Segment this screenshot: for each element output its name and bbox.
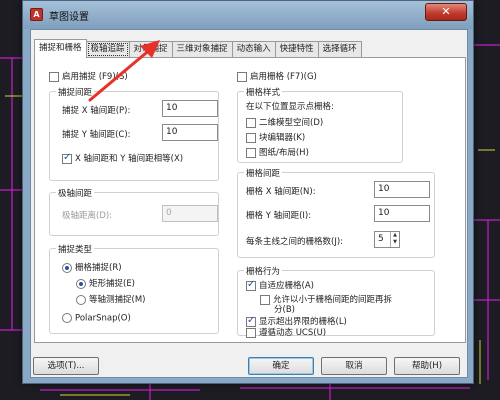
adaptive-grid-checkbox[interactable] — [246, 279, 256, 291]
equal-spacing-label: X 轴间距和 Y 轴间距相等(X) — [75, 154, 184, 164]
grid-x-label: 栅格 X 轴间距(N): — [246, 187, 316, 197]
cancel-button[interactable]: 取消 — [321, 357, 387, 375]
major-line-stepper[interactable]: 5 ▲ ▼ — [374, 231, 400, 248]
grid-style-title: 栅格样式 — [244, 86, 283, 98]
snap-x-label: 捕捉 X 轴间距(P): — [62, 106, 131, 116]
major-line-label: 每条主线之间的栅格数(J): — [246, 237, 344, 247]
rect-snap-label: 矩形捕捉(E) — [89, 279, 136, 289]
follow-ucs-checkbox[interactable] — [246, 327, 256, 338]
grid-spacing-group: 栅格间距 栅格 X 轴间距(N): 10 栅格 Y 轴间距(I): 10 每条主… — [237, 167, 435, 258]
snap-x-input[interactable]: 10 — [162, 100, 218, 117]
iso-snap-label: 等轴测捕捉(M) — [89, 295, 146, 305]
rect-snap-row[interactable]: 矩形捕捉(E) — [76, 277, 135, 289]
polar-spacing-group: 极轴间距 极轴距离(D): 0 — [49, 187, 219, 236]
grid-2d-row[interactable]: 二维模型空间(D) — [246, 116, 323, 128]
snap-type-group: 捕捉类型 栅格捕捉(R) 矩形捕捉(E) 等轴测捕捉(M) PolarSnap(… — [49, 243, 219, 334]
grid-snap-radio[interactable] — [62, 262, 72, 273]
snap-y-input[interactable]: 10 — [162, 124, 218, 141]
close-button[interactable]: ✕ — [425, 3, 467, 21]
grid-x-input[interactable]: 10 — [374, 181, 430, 198]
tab-selection-cycling[interactable]: 选择循环 — [317, 41, 362, 58]
polar-distance-input[interactable]: 0 — [162, 205, 218, 222]
help-button[interactable]: 帮助(H) — [394, 357, 460, 375]
equal-spacing-row[interactable]: X 轴间距和 Y 轴间距相等(X) — [62, 152, 183, 164]
options-button[interactable]: 选项(T)... — [33, 357, 99, 375]
subdivide-checkbox[interactable] — [260, 294, 270, 305]
polar-distance-label: 极轴距离(D): — [62, 211, 113, 221]
grid-sheet-row[interactable]: 图纸/布局(H) — [246, 146, 309, 158]
grid-snap-row[interactable]: 栅格捕捉(R) — [62, 261, 122, 273]
snap-y-label: 捕捉 Y 轴间距(C): — [62, 130, 131, 140]
dialog-title: 草图设置 — [49, 12, 89, 23]
grid-block-label: 块编辑器(K) — [259, 133, 306, 143]
grid-2d-label: 二维模型空间(D) — [259, 118, 324, 128]
tab-strip: 捕捉和栅格 极轴追踪 对象捕捉 三维对象捕捉 动态输入 快捷特性 选择循环 — [34, 39, 362, 58]
grid-spacing-title: 栅格间距 — [244, 167, 283, 179]
iso-snap-row[interactable]: 等轴测捕捉(M) — [76, 293, 145, 305]
iso-snap-radio[interactable] — [76, 294, 86, 305]
follow-ucs-row[interactable]: 遵循动态 UCS(U) — [246, 326, 326, 338]
grid-block-row[interactable]: 块编辑器(K) — [246, 131, 305, 143]
grid-behavior-title: 栅格行为 — [244, 265, 283, 277]
tab-snap-and-grid[interactable]: 捕捉和栅格 — [34, 39, 87, 58]
tab-3d-object-snap[interactable]: 三维对象捕捉 — [171, 41, 233, 58]
enable-grid-label: 启用栅格 (F7)(G) — [250, 72, 317, 82]
ok-button[interactable]: 确定 — [248, 357, 314, 375]
grid-block-checkbox[interactable] — [246, 132, 256, 143]
rect-snap-radio[interactable] — [76, 278, 86, 289]
grid-style-desc: 在以下位置显示点栅格: — [246, 102, 334, 112]
dialog-titlebar[interactable]: A 草图设置 ✕ — [23, 1, 473, 29]
grid-2d-checkbox[interactable] — [246, 117, 256, 128]
polar-spacing-title: 极轴间距 — [56, 187, 95, 199]
grid-y-input[interactable]: 10 — [374, 205, 430, 222]
grid-style-group: 栅格样式 在以下位置显示点栅格: 二维模型空间(D) 块编辑器(K) 图纸/布局… — [237, 86, 403, 163]
polar-snap-label: PolarSnap(O) — [75, 313, 131, 324]
polar-snap-row[interactable]: PolarSnap(O) — [62, 313, 131, 324]
tab-quick-properties[interactable]: 快捷特性 — [274, 41, 319, 58]
enable-grid-row[interactable]: 启用栅格 (F7)(G) — [237, 70, 317, 82]
tab-dynamic-input[interactable]: 动态输入 — [231, 41, 276, 58]
enable-snap-checkbox[interactable] — [49, 71, 59, 82]
major-line-value: 5 — [378, 234, 384, 244]
autocad-app-icon: A — [30, 8, 43, 21]
grid-sheet-label: 图纸/布局(H) — [259, 148, 309, 158]
grid-sheet-checkbox[interactable] — [246, 147, 256, 158]
equal-spacing-checkbox[interactable] — [62, 152, 72, 164]
grid-y-label: 栅格 Y 轴间距(I): — [246, 211, 312, 221]
follow-ucs-label: 遵循动态 UCS(U) — [259, 328, 327, 338]
beyond-limits-checkbox[interactable] — [246, 315, 256, 327]
adaptive-grid-row[interactable]: 自适应栅格(A) — [246, 279, 314, 291]
adaptive-grid-label: 自适应栅格(A) — [259, 281, 314, 291]
stepper-arrows-icon[interactable]: ▲ ▼ — [390, 232, 399, 247]
grid-snap-label: 栅格捕捉(R) — [75, 263, 122, 273]
snap-type-title: 捕捉类型 — [56, 243, 95, 255]
subdivide-label-2: 分(B) — [274, 305, 295, 315]
enable-grid-checkbox[interactable] — [237, 71, 247, 82]
polar-snap-radio[interactable] — [62, 313, 72, 323]
